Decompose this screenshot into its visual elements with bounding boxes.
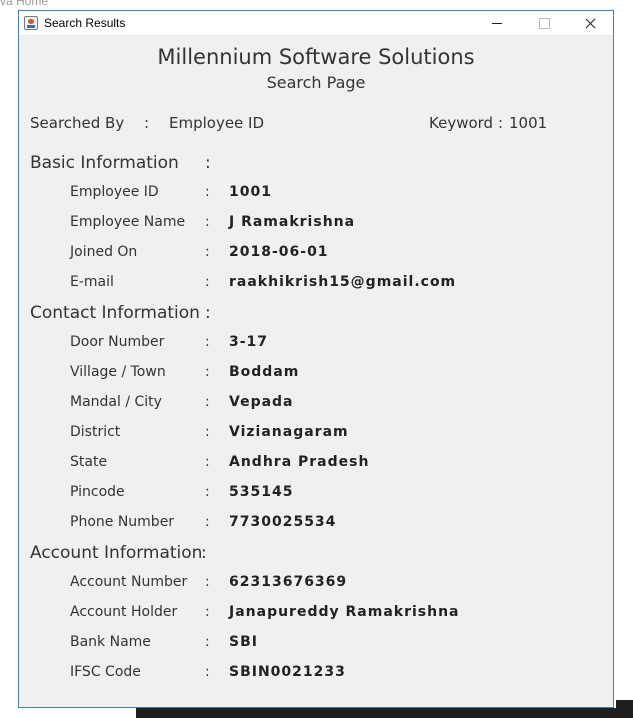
field-colon: : <box>205 664 210 680</box>
company-name: Millennium Software Solutions <box>157 45 475 69</box>
field-label-door-number: Door Number <box>70 334 165 350</box>
searched-by-value: Employee ID <box>169 114 265 132</box>
field-value-ifsc-code: SBIN0021233 <box>229 664 346 680</box>
field-colon: : <box>205 184 210 200</box>
field-colon: : <box>205 364 210 380</box>
field-colon: : <box>205 454 210 470</box>
field-value-phone-number: 7730025534 <box>229 514 337 530</box>
field-colon: : <box>205 274 210 290</box>
field-colon: : <box>205 574 210 590</box>
field-label-email: E-mail <box>70 274 114 290</box>
field-colon: : <box>205 484 210 500</box>
section-title-account: Account Information <box>30 543 203 563</box>
field-label-mandal-city: Mandal / City <box>70 394 162 410</box>
field-label-account-holder: Account Holder <box>70 604 178 620</box>
title-bar[interactable]: Search Results <box>19 11 613 36</box>
field-label-employee-name: Employee Name <box>70 214 186 230</box>
field-label-ifsc-code: IFSC Code <box>70 664 141 680</box>
field-colon: : <box>205 244 210 260</box>
taskbar-strip <box>136 708 633 718</box>
field-value-state: Andhra Pradesh <box>229 454 370 470</box>
close-button[interactable] <box>567 11 613 36</box>
search-results-window: Search Results Millennium Software Solut… <box>18 10 614 708</box>
searched-by-colon: : <box>144 114 150 132</box>
keyword-value: 1001 <box>509 114 548 132</box>
section-title-contact: Contact Information <box>30 303 200 323</box>
field-label-account-number: Account Number <box>70 574 188 590</box>
field-label-bank-name: Bank Name <box>70 634 151 650</box>
field-colon: : <box>205 514 210 530</box>
field-label-district: District <box>70 424 121 440</box>
field-value-district: Vizianagaram <box>229 424 349 440</box>
field-colon: : <box>205 334 210 350</box>
field-value-door-number: 3-17 <box>229 334 269 350</box>
keyword-colon: : <box>498 114 504 132</box>
field-label-state: State <box>70 454 108 470</box>
section-colon-account: : <box>201 543 207 563</box>
keyword-label: Keyword <box>429 114 494 132</box>
field-value-employee-name: J Ramakrishna <box>229 214 356 230</box>
page-subtitle: Search Page <box>266 73 366 92</box>
field-value-bank-name: SBI <box>229 634 258 650</box>
field-value-village-town: Boddam <box>229 364 300 380</box>
field-value-joined-on: 2018-06-01 <box>229 244 329 260</box>
field-colon: : <box>205 634 210 650</box>
field-label-joined-on: Joined On <box>70 244 138 260</box>
field-label-pincode: Pincode <box>70 484 125 500</box>
field-label-phone-number: Phone Number <box>70 514 175 530</box>
minimize-button[interactable] <box>474 11 520 36</box>
searched-by-label: Searched By <box>30 114 125 132</box>
section-colon-basic: : <box>205 153 211 173</box>
field-colon: : <box>205 394 210 410</box>
field-colon: : <box>205 424 210 440</box>
field-label-employee-id: Employee ID <box>70 184 159 200</box>
field-value-account-holder: Janapureddy Ramakrishna <box>229 604 460 620</box>
field-label-village-town: Village / Town <box>70 364 166 380</box>
java-app-icon <box>24 16 38 30</box>
field-value-email: raakhikrish15@gmail.com <box>229 274 457 290</box>
desktop-background <box>0 0 633 8</box>
section-colon-contact: : <box>205 303 211 323</box>
field-value-pincode: 535145 <box>229 484 294 500</box>
desktop-edge <box>616 700 633 718</box>
maximize-button[interactable] <box>521 11 567 36</box>
field-value-account-number: 62313676369 <box>229 574 348 590</box>
window-title: Search Results <box>44 16 126 30</box>
field-colon: : <box>205 604 210 620</box>
background-window-text: va Home <box>0 0 49 8</box>
field-colon: : <box>205 214 210 230</box>
section-title-basic: Basic Information <box>30 153 179 173</box>
field-value-mandal-city: Vepada <box>229 394 294 410</box>
field-value-employee-id: 1001 <box>229 184 272 200</box>
